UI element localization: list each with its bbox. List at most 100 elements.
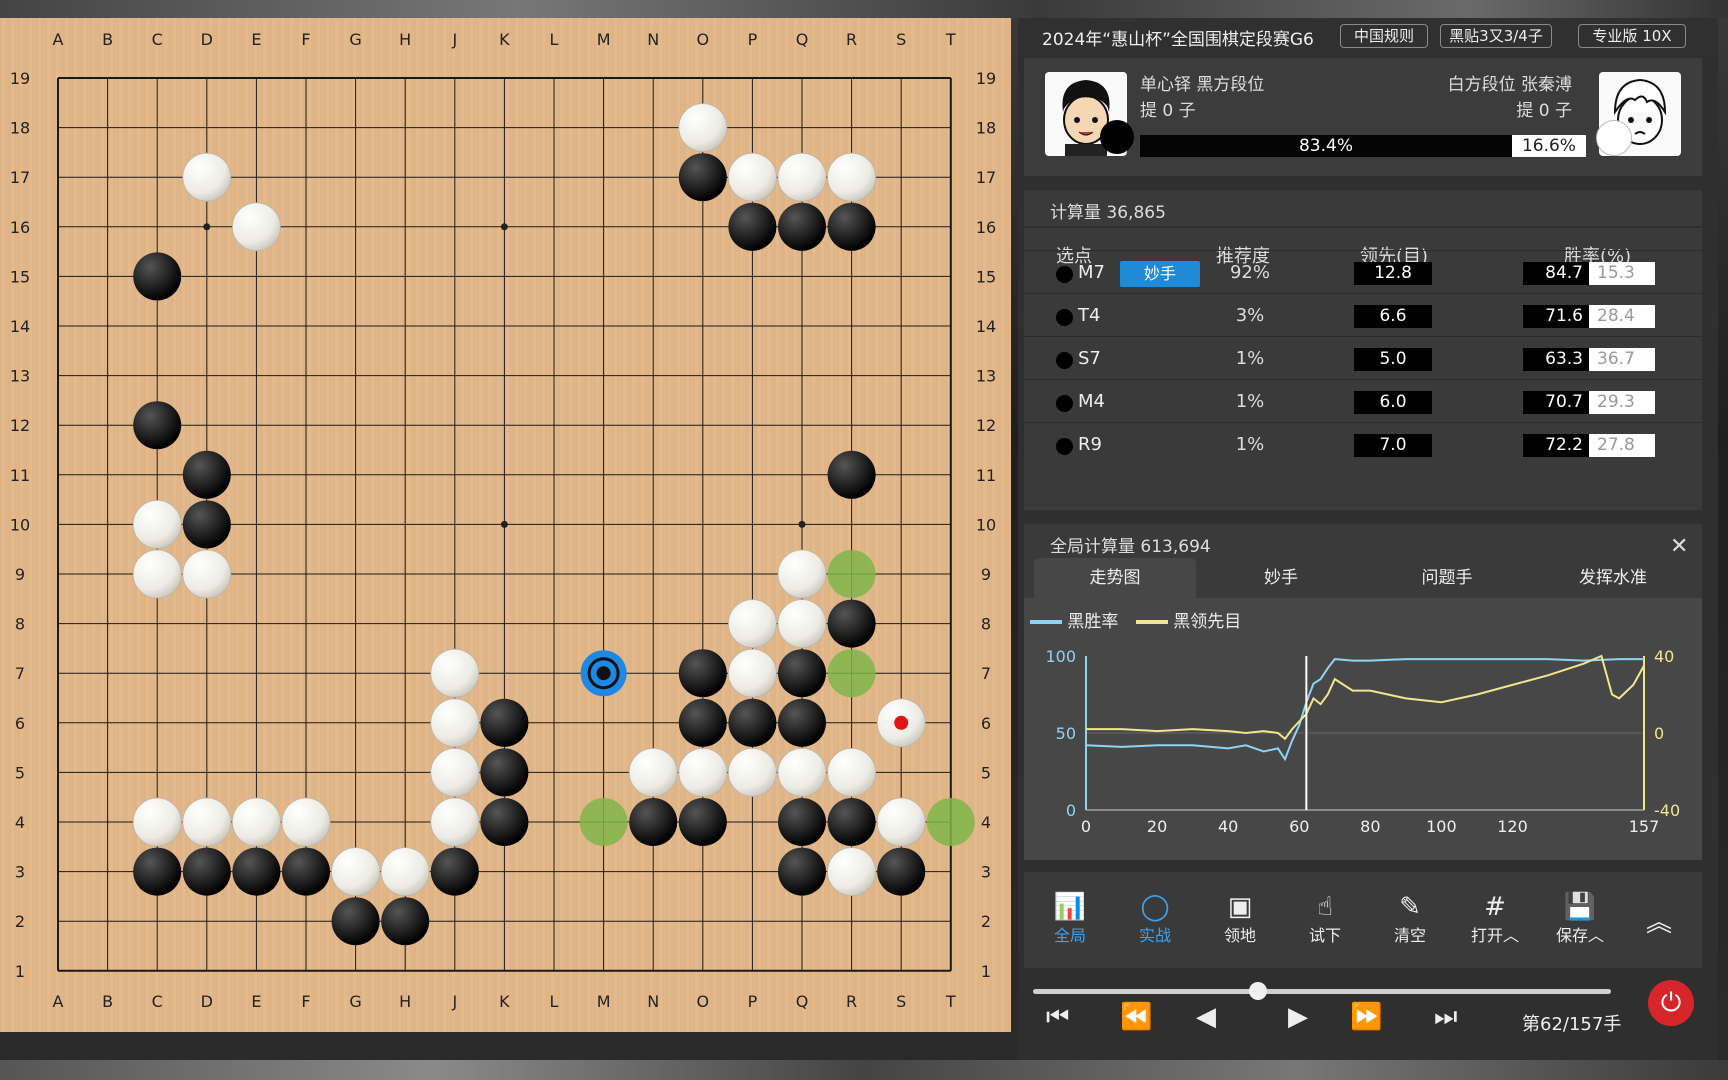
candidate-mark[interactable] (827, 550, 876, 598)
fast-forward-icon[interactable]: ⏩ (1350, 1002, 1382, 1032)
white-stone[interactable] (430, 648, 480, 698)
black-stone[interactable] (678, 153, 727, 202)
white-stone[interactable] (132, 797, 182, 847)
fast-back-icon[interactable]: ⏪ (1120, 1002, 1152, 1032)
suggestion-row[interactable]: R9 1% 7.0 72.2 27.8 (1024, 422, 1702, 469)
black-stone[interactable] (133, 401, 182, 450)
toolbar-button[interactable]: 📊 全局 (1030, 892, 1110, 946)
toolbar-button[interactable]: ▣ 领地 (1200, 892, 1280, 946)
collapse-icon[interactable]: ︽ (1646, 902, 1672, 939)
black-stone[interactable] (778, 649, 826, 698)
white-stone[interactable] (777, 748, 827, 797)
black-stone[interactable] (827, 202, 876, 251)
black-stone[interactable] (133, 252, 182, 301)
suggestion-row[interactable]: T4 3% 6.6 71.6 28.4 (1024, 293, 1702, 340)
last-move-icon[interactable]: ⏭ (1434, 1002, 1457, 1033)
black-stone[interactable] (778, 798, 826, 846)
close-icon[interactable]: ✕ (1670, 534, 1688, 559)
white-stone[interactable] (132, 549, 182, 599)
black-stone[interactable] (678, 649, 727, 698)
trend-chart-canvas[interactable]: 100500400-400 20 40 60 80 100 120 157 (1024, 598, 1702, 860)
white-stone[interactable] (678, 748, 728, 797)
white-stone[interactable] (331, 847, 381, 896)
step-forward-icon[interactable]: ▶ (1288, 1002, 1308, 1032)
black-stone[interactable] (877, 847, 926, 896)
black-stone[interactable] (778, 847, 826, 896)
white-stone[interactable] (728, 748, 777, 797)
white-stone[interactable] (678, 103, 728, 152)
step-back-icon[interactable]: ◀ (1196, 1002, 1216, 1032)
white-stone[interactable] (182, 549, 232, 599)
black-stone[interactable] (728, 698, 777, 747)
toolbar-button[interactable]: ✎ 清空 (1370, 892, 1450, 946)
black-stone[interactable] (629, 798, 678, 846)
white-stone[interactable] (132, 499, 182, 549)
board-canvas[interactable]: AABBCCDDEEFFGGHHJJKKLLMMNNOOPPQQRRSSTT19… (0, 18, 1011, 1032)
tab-performance[interactable]: 发挥水准 (1532, 558, 1694, 598)
black-stone[interactable] (182, 500, 231, 549)
suggestion-row[interactable]: M4 1% 6.0 70.7 29.3 (1024, 379, 1702, 426)
black-stone[interactable] (678, 698, 727, 747)
white-stone[interactable] (728, 599, 777, 648)
white-stone[interactable] (182, 152, 232, 202)
first-move-icon[interactable]: ⏮ (1046, 1002, 1069, 1033)
trend-chart[interactable]: 100 50 0 40 0 -40 0 20 40 60 80 100 120 157 (1024, 598, 1702, 860)
white-stone[interactable] (728, 648, 777, 698)
white-stone[interactable] (777, 549, 827, 599)
tab-brilliant[interactable]: 妙手 (1200, 558, 1362, 598)
black-stone[interactable] (827, 450, 876, 499)
candidate-mark[interactable] (926, 798, 975, 846)
black-stone[interactable] (827, 599, 876, 648)
black-stone[interactable] (827, 798, 876, 846)
candidate-mark[interactable] (579, 798, 628, 846)
black-stone[interactable] (778, 202, 826, 251)
power-icon[interactable]: ⏻ (1648, 980, 1694, 1026)
black-stone[interactable] (182, 450, 231, 499)
black-stone[interactable] (430, 847, 479, 896)
toolbar-button[interactable]: 💾 保存︿ (1540, 892, 1620, 946)
go-board[interactable]: A A B B C C D D E E F F G G H H J J K K L L M M N N O O P P Q Q R R S S T T 19… (0, 18, 1011, 1032)
black-stone[interactable] (678, 798, 727, 846)
white-stone[interactable] (827, 152, 876, 202)
black-stone[interactable] (133, 847, 182, 896)
move-slider[interactable] (1033, 989, 1611, 994)
star-point (798, 520, 806, 528)
tab-trend[interactable]: 走势图 (1034, 558, 1196, 598)
tab-mistakes[interactable]: 问题手 (1366, 558, 1528, 598)
white-stone[interactable] (231, 797, 281, 847)
column-label: R (846, 30, 857, 49)
black-stone[interactable] (282, 847, 330, 896)
black-stone[interactable] (480, 698, 529, 747)
komi-tag[interactable]: 黑贴3又3/4子 (1440, 24, 1552, 48)
suggestion-row[interactable]: M7 妙手 92% 12.8 84.7 15.3 (1024, 250, 1702, 297)
candidate-mark[interactable] (827, 649, 876, 698)
black-stone[interactable] (232, 847, 281, 896)
white-stone[interactable] (827, 847, 876, 896)
black-stone[interactable] (778, 698, 826, 747)
suggestion-row[interactable]: S7 1% 5.0 63.3 36.7 (1024, 336, 1702, 383)
toolbar-button[interactable]: ◯ 实战 (1115, 892, 1195, 946)
black-stone[interactable] (182, 847, 231, 896)
black-stone[interactable] (331, 897, 380, 946)
black-stone[interactable] (480, 798, 529, 846)
white-stone[interactable] (827, 748, 876, 797)
white-stone[interactable] (182, 797, 232, 847)
white-stone[interactable] (728, 152, 777, 202)
white-stone[interactable] (876, 797, 926, 847)
white-stone[interactable] (281, 797, 331, 847)
black-stone[interactable] (381, 897, 430, 946)
white-stone[interactable] (430, 797, 480, 847)
rules-tag[interactable]: 中国规则 (1340, 24, 1428, 48)
black-stone[interactable] (480, 748, 529, 797)
white-stone[interactable] (777, 152, 827, 202)
toolbar-button[interactable]: ☝ 试下 (1285, 892, 1365, 946)
white-stone[interactable] (430, 698, 480, 748)
white-stone[interactable] (777, 599, 827, 648)
white-stone[interactable] (231, 202, 281, 252)
white-stone[interactable] (380, 847, 430, 896)
toolbar-button[interactable]: # 打开︿ (1455, 892, 1535, 946)
version-tag[interactable]: 专业版 10X (1578, 24, 1686, 48)
white-stone[interactable] (628, 748, 678, 797)
white-stone[interactable] (430, 748, 480, 797)
black-stone[interactable] (728, 202, 777, 251)
